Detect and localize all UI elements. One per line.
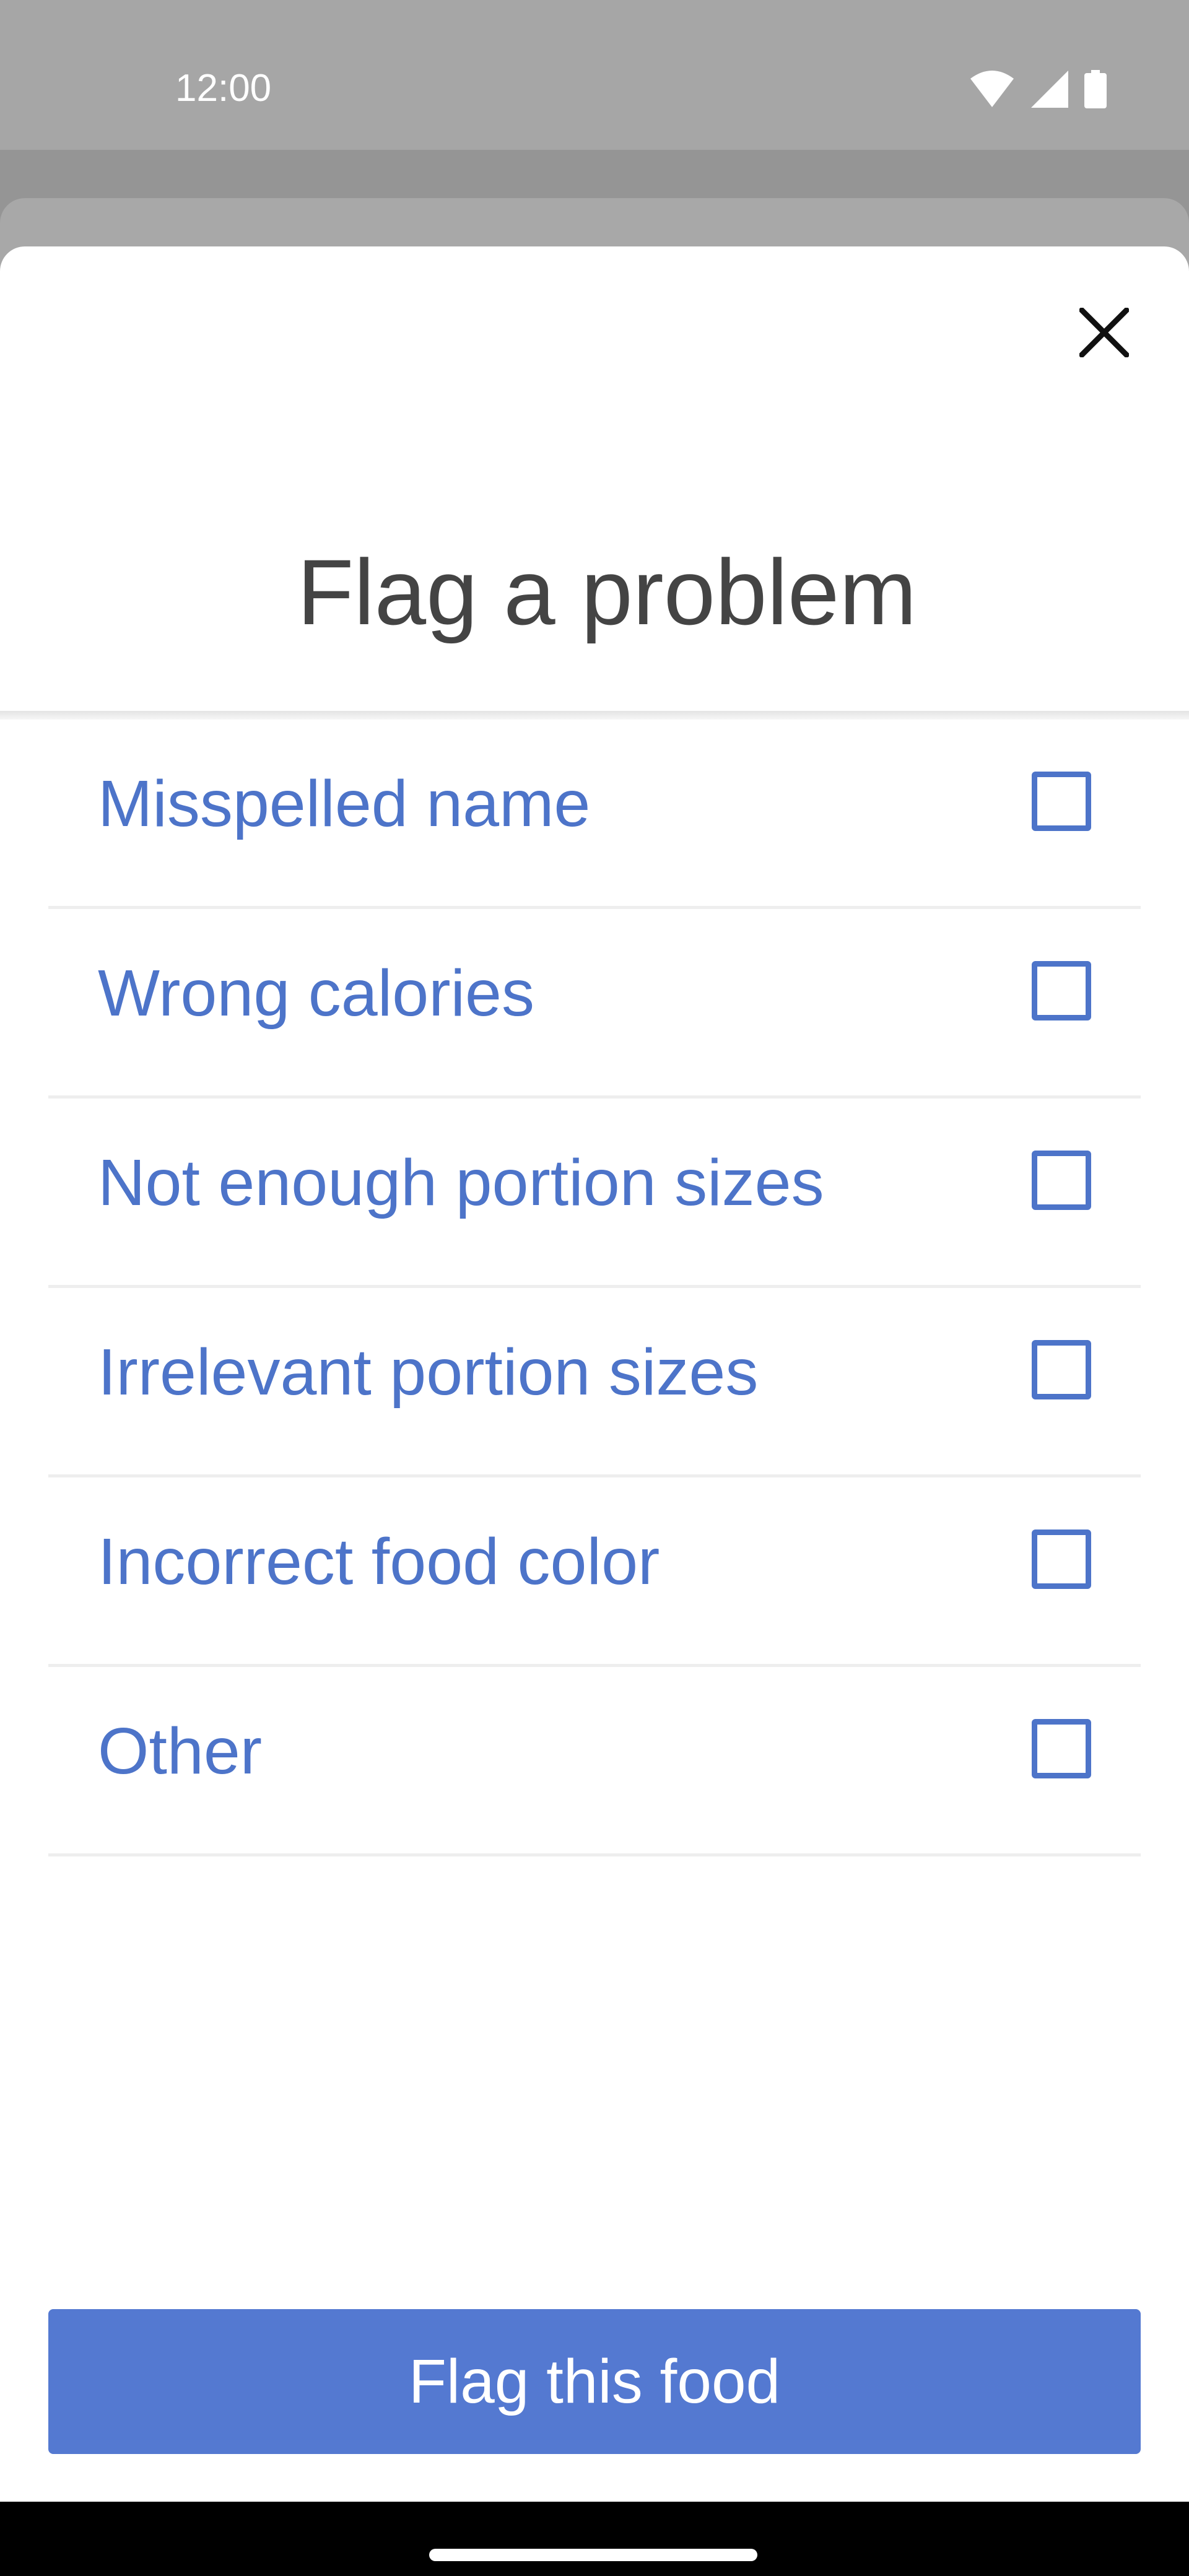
close-icon [1078,306,1131,360]
wifi-icon [969,70,1015,108]
flag-this-food-button[interactable]: Flag this food [48,2309,1141,2454]
option-incorrect-food-color[interactable]: Incorrect food color [48,1477,1141,1667]
navigation-bar [0,2502,1189,2576]
option-wrong-calories[interactable]: Wrong calories [48,909,1141,1099]
sheet-title: Flag a problem [297,539,917,644]
option-label: Wrong calories [98,957,534,1030]
checkbox[interactable] [1032,1719,1091,1778]
title-divider [0,711,1189,720]
status-icons [969,69,1107,109]
battery-icon [1084,70,1107,108]
option-label: Irrelevant portion sizes [98,1336,759,1409]
checkbox[interactable] [1032,1151,1091,1210]
option-other[interactable]: Other [48,1667,1141,1856]
option-not-enough-portion-sizes[interactable]: Not enough portion sizes [48,1099,1141,1288]
option-label: Not enough portion sizes [98,1146,824,1219]
close-button[interactable] [1065,295,1143,373]
status-time: 12:00 [175,67,272,110]
checkbox[interactable] [1032,1530,1091,1589]
option-label: Misspelled name [98,767,591,840]
problem-options-list: Misspelled name Wrong calories Not enoug… [48,720,1141,1856]
checkbox[interactable] [1032,1340,1091,1399]
option-label: Incorrect food color [98,1525,660,1598]
checkbox[interactable] [1032,772,1091,831]
cellular-signal-icon [1031,71,1068,108]
checkbox[interactable] [1032,961,1091,1020]
status-bar: 12:00 [0,0,1189,150]
home-gesture-handle[interactable] [429,2549,757,2561]
option-irrelevant-portion-sizes[interactable]: Irrelevant portion sizes [48,1288,1141,1477]
option-label: Other [98,1715,263,1788]
option-misspelled-name[interactable]: Misspelled name [48,720,1141,909]
